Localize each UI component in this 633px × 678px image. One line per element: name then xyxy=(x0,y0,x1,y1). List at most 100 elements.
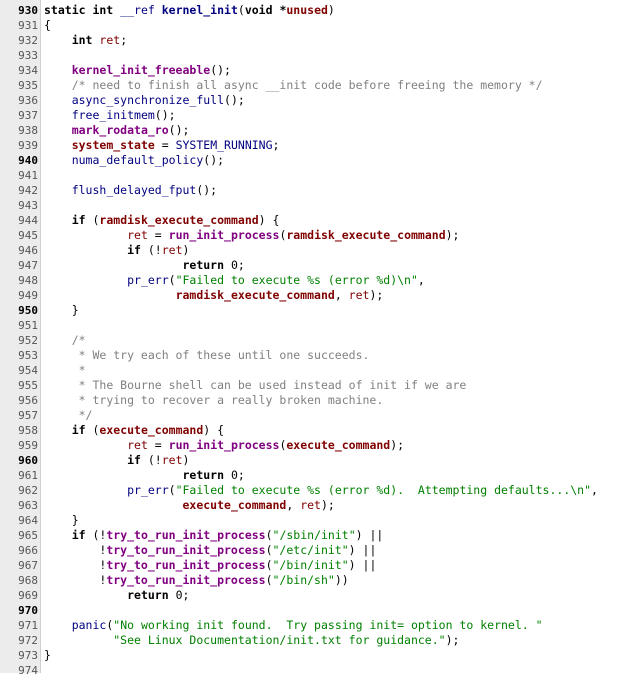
code-token: if xyxy=(71,423,93,437)
code-line[interactable]: 938 mark_rodata_ro(); xyxy=(0,123,633,138)
code-token: 0; xyxy=(230,468,245,482)
code-text: * We try each of these until one succeed… xyxy=(44,348,370,363)
code-line[interactable]: 970 xyxy=(0,603,633,618)
code-line[interactable]: 965 if (!try_to_run_init_process("/sbin/… xyxy=(0,528,633,543)
code-line[interactable]: 959 ret = run_init_process(execute_comma… xyxy=(0,438,633,453)
code-text: return 0; xyxy=(44,588,189,603)
code-line[interactable]: 973} xyxy=(0,648,633,663)
code-line[interactable]: 934 kernel_init_freeable(); xyxy=(0,63,633,78)
code-text: ret = run_init_process(ramdisk_execute_c… xyxy=(44,228,459,243)
code-line[interactable]: 936 async_synchronize_full(); xyxy=(0,93,633,108)
code-token: ) || xyxy=(355,528,384,542)
code-line[interactable]: 942 flush_delayed_fput(); xyxy=(0,183,633,198)
code-line[interactable]: 943 xyxy=(0,198,633,213)
code-text: } xyxy=(44,303,79,318)
code-token: } xyxy=(44,648,51,662)
code-text: ret = run_init_process(execute_command); xyxy=(44,438,404,453)
code-token: execute_command xyxy=(99,423,204,437)
code-token: ret xyxy=(300,498,321,512)
code-line[interactable]: 947 return 0; xyxy=(0,258,633,273)
code-token: ; xyxy=(272,138,280,152)
code-token: 0; xyxy=(175,588,190,602)
code-token: ramdisk_execute_command xyxy=(99,213,259,227)
code-token: ); xyxy=(445,633,460,647)
code-text: ramdisk_execute_command, ret); xyxy=(44,288,384,303)
code-editor[interactable]: 930 static int __ref kernel_init(void *un… xyxy=(0,0,633,677)
code-token: try_to_run_init_process xyxy=(106,543,266,557)
code-token: pr_err xyxy=(127,483,169,497)
code-token: ret xyxy=(348,288,370,302)
code-text: execute_command, ret); xyxy=(44,498,334,513)
code-line[interactable]: 957 */ xyxy=(0,408,633,423)
code-line[interactable]: 955 * The Bourne shell can be used inste… xyxy=(0,378,633,393)
line-number: 955 xyxy=(18,379,38,392)
code-line[interactable]: 940 numa_default_policy(); xyxy=(0,153,633,168)
code-token: numa_default_policy xyxy=(71,153,204,167)
code-token: "/etc/init" xyxy=(272,543,349,557)
code-token: ( xyxy=(265,543,273,557)
code-token: system_state xyxy=(71,138,155,152)
line-number: 966 xyxy=(18,544,38,557)
code-line[interactable]: 974 xyxy=(0,663,633,678)
code-token: if xyxy=(71,213,93,227)
code-token: , xyxy=(286,498,301,512)
code-line[interactable]: 961 return 0; xyxy=(0,468,633,483)
code-token: = xyxy=(154,138,176,152)
code-line[interactable]: 966 !try_to_run_init_process("/etc/init"… xyxy=(0,543,633,558)
line-number: 971 xyxy=(18,619,38,632)
code-line[interactable]: 933 xyxy=(0,48,633,63)
code-line[interactable]: 930 static int __ref kernel_init(void *un… xyxy=(0,3,633,18)
code-line[interactable]: 962 pr_err("Failed to execute %s (error … xyxy=(0,483,633,498)
code-line[interactable]: 968 !try_to_run_init_process("/bin/sh")) xyxy=(0,573,633,588)
code-line[interactable]: 952 /* xyxy=(0,333,633,348)
code-line[interactable]: 939 system_state = SYSTEM_RUNNING; xyxy=(0,138,633,153)
line-number: 970 xyxy=(18,604,38,617)
code-line[interactable]: 949 ramdisk_execute_command, ret); xyxy=(0,288,633,303)
code-line[interactable]: 937 free_initmem(); xyxy=(0,108,633,123)
line-number: 969 xyxy=(18,589,38,602)
line-number: 951 xyxy=(18,319,38,332)
code-token: ); xyxy=(390,438,405,452)
code-line[interactable]: 958 if (execute_command) { xyxy=(0,423,633,438)
code-text: * trying to recover a really broken mach… xyxy=(44,393,384,408)
code-line[interactable]: 960 if (!ret) xyxy=(0,453,633,468)
code-line[interactable]: 951 xyxy=(0,318,633,333)
code-text: panic("No working init found. Try passin… xyxy=(44,618,543,633)
code-line[interactable]: 954 * xyxy=(0,363,633,378)
code-token: , xyxy=(591,483,598,497)
code-line[interactable]: 941 xyxy=(0,168,633,183)
code-text: "See Linux Documentation/init.txt for gu… xyxy=(44,633,459,648)
code-line[interactable]: 971 panic("No working init found. Try pa… xyxy=(0,618,633,633)
code-line[interactable]: 956 * trying to recover a really broken … xyxy=(0,393,633,408)
line-number: 963 xyxy=(18,499,38,512)
code-line[interactable]: 948 pr_err("Failed to execute %s (error … xyxy=(0,273,633,288)
code-line[interactable]: 950 } xyxy=(0,303,633,318)
code-line[interactable]: 945 ret = run_init_process(ramdisk_execu… xyxy=(0,228,633,243)
code-line[interactable]: 969 return 0; xyxy=(0,588,633,603)
code-token: return xyxy=(182,468,231,482)
code-line[interactable]: 931 { xyxy=(0,18,633,33)
code-text: { xyxy=(44,18,51,33)
code-line[interactable]: 944 if (ramdisk_execute_command) { xyxy=(0,213,633,228)
code-token: if xyxy=(71,528,93,542)
line-number: 954 xyxy=(18,364,38,377)
code-line[interactable]: 935 /* need to finish all async __init c… xyxy=(0,78,633,93)
code-line[interactable]: 932 int ret; xyxy=(0,33,633,48)
code-line[interactable]: 964 } xyxy=(0,513,633,528)
line-number: 943 xyxy=(18,199,38,212)
code-line[interactable]: 946 if (!ret) xyxy=(0,243,633,258)
code-token: ret xyxy=(161,243,183,257)
code-token: "/bin/sh" xyxy=(272,573,335,587)
code-token: ! xyxy=(44,543,107,557)
code-token: "Failed to execute %s (error %d). Attemp… xyxy=(175,483,591,497)
code-line[interactable]: 967 !try_to_run_init_process("/bin/init"… xyxy=(0,558,633,573)
code-line[interactable]: 972 "See Linux Documentation/init.txt fo… xyxy=(0,633,633,648)
code-line[interactable]: 963 execute_command, ret); xyxy=(0,498,633,513)
code-text: if (execute_command) { xyxy=(44,423,224,438)
code-line[interactable]: 953 * We try each of these until one suc… xyxy=(0,348,633,363)
